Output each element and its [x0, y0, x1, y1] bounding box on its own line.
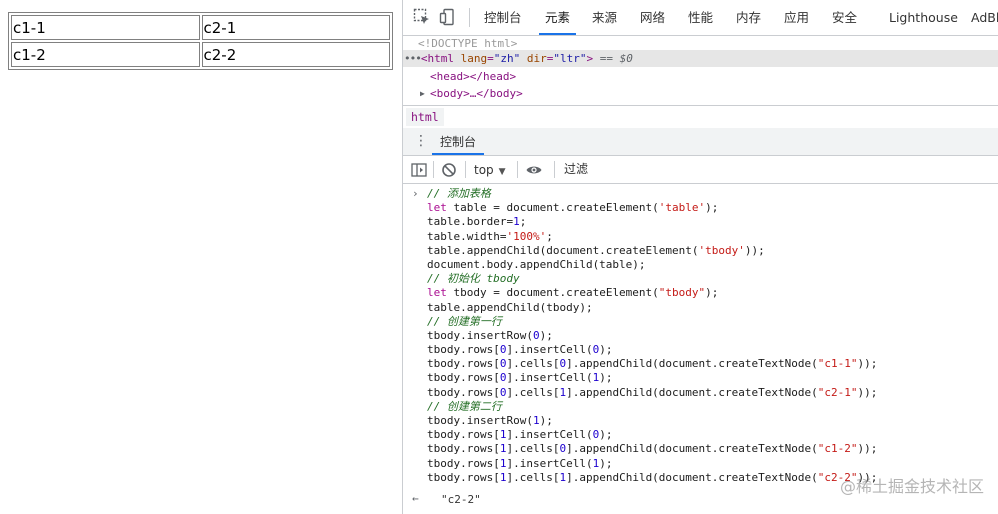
console-output: › // 添加表格 let table = document.createElem…	[403, 184, 998, 514]
console-result-value: "c2-2"	[441, 493, 481, 506]
breadcrumb-item-html[interactable]: html	[406, 108, 444, 126]
elements-tree: <!DOCTYPE html> •••<html lang="zh" dir="…	[403, 35, 998, 105]
console-code-line: let tbody = document.createElement("tbod…	[427, 286, 719, 300]
inspect-element-icon[interactable]	[412, 7, 432, 27]
toolbar-divider	[517, 161, 518, 178]
console-code-line: tbody.rows[0].cells[1].appendChild(docum…	[427, 385, 878, 399]
devtools-panel: 控制台 元素 来源 网络 性能 内存 应用 安全 Lighthouse AdBl…	[402, 0, 998, 514]
html-open-tag: <html	[420, 52, 454, 65]
toolbar-divider	[469, 8, 470, 27]
lang-value: "zh"	[493, 52, 521, 65]
console-code-line: // 初始化 tbody	[427, 272, 520, 286]
table-cell: c1-1	[11, 15, 200, 40]
breadcrumb: html	[403, 105, 998, 129]
expand-triangle-icon[interactable]: ▶	[420, 85, 425, 102]
console-code-line: tbody.rows[1].insertCell(0);	[427, 428, 613, 442]
console-code-line: // 添加表格	[427, 187, 491, 200]
console-toolbar: top ▼	[403, 156, 998, 184]
toolbar-divider	[554, 161, 555, 178]
tab-lighthouse[interactable]: Lighthouse	[889, 0, 958, 33]
table-row: c1-1 c2-1	[11, 15, 390, 40]
tab-adblock[interactable]: AdBlock	[971, 0, 998, 33]
devtools-tabbar: 控制台 元素 来源 网络 性能 内存 应用 安全 Lighthouse AdBl…	[403, 0, 998, 36]
console-code-line: // 创建第二行	[427, 399, 502, 413]
lang-attribute: lang	[460, 52, 488, 65]
console-code-line: tbody.insertRow(0);	[427, 328, 553, 342]
console-code-line: table.appendChild(tbody);	[427, 300, 593, 314]
head-tag: <head></head>	[430, 70, 517, 83]
drawer-menu-icon[interactable]: ⋮	[414, 134, 428, 150]
demo-table: c1-1 c2-1 c1-2 c2-2	[8, 12, 393, 70]
html-close-bracket: >	[586, 52, 594, 65]
console-code-line: tbody.rows[1].cells[1].appendChild(docum…	[427, 470, 878, 484]
selected-node-marker: == $0	[599, 52, 633, 65]
console-code-line: table.appendChild(document.createElement…	[427, 243, 765, 257]
table-row: c1-2 c2-2	[11, 42, 390, 67]
clear-console-icon[interactable]	[440, 161, 458, 179]
dom-node-html[interactable]: •••<html lang="zh" dir="ltr"> == $0	[403, 50, 998, 67]
context-value: top	[474, 163, 494, 177]
dom-node-body[interactable]: ▶ <body>…</body>	[403, 85, 998, 102]
drawer-tab-console[interactable]: 控制台	[431, 128, 485, 155]
console-result-row: ← "c2-2"	[403, 489, 998, 509]
result-arrow-icon: ←	[412, 492, 419, 505]
console-code-line: tbody.insertRow(1);	[427, 414, 553, 427]
console-input-code: // 添加表格 let table = document.createElemen…	[427, 187, 877, 485]
input-prompt-icon: ›	[412, 187, 419, 200]
tab-performance[interactable]: 性能	[688, 0, 713, 33]
chevron-down-icon: ▼	[498, 167, 506, 177]
toolbar-divider	[465, 161, 466, 178]
live-expression-eye-icon[interactable]	[525, 161, 543, 179]
device-toolbar-icon[interactable]	[438, 7, 458, 27]
tab-network[interactable]: 网络	[640, 0, 665, 33]
dir-attribute: dir	[526, 52, 547, 65]
show-sidebar-icon[interactable]	[410, 161, 428, 179]
console-code-line: tbody.rows[1].insertCell(1);	[427, 456, 613, 470]
console-code-line: tbody.rows[0].insertCell(1);	[427, 371, 613, 385]
table-cell: c2-1	[201, 15, 390, 40]
table-cell: c1-2	[11, 42, 200, 67]
console-code-line: document.body.appendChild(table);	[427, 257, 646, 271]
context-selector[interactable]: top ▼	[474, 161, 506, 179]
tab-console[interactable]: 控制台	[484, 0, 522, 33]
toolbar-divider	[433, 161, 434, 178]
doctype-text: <!DOCTYPE html>	[418, 37, 518, 50]
tab-application[interactable]: 应用	[784, 0, 809, 33]
more-options-icon[interactable]: •••	[403, 52, 422, 65]
console-code-line: let table = document.createElement('tabl…	[427, 201, 719, 215]
console-code-line: tbody.rows[0].insertCell(0);	[427, 343, 613, 357]
console-code-line: table.border=1;	[427, 215, 527, 229]
tab-security[interactable]: 安全	[832, 0, 857, 33]
console-code-line: table.width='100%';	[427, 229, 553, 243]
console-code-line: tbody.rows[0].cells[0].appendChild(docum…	[427, 357, 878, 371]
console-code-line: // 创建第一行	[427, 314, 502, 328]
dom-node-head[interactable]: <head></head>	[403, 68, 998, 85]
dir-value: "ltr"	[553, 52, 587, 65]
tab-memory[interactable]: 内存	[736, 0, 761, 33]
tab-elements[interactable]: 元素	[538, 0, 577, 35]
tab-sources[interactable]: 来源	[592, 0, 617, 33]
page-viewport: c1-1 c2-1 c1-2 c2-2	[0, 0, 402, 514]
console-code-line: tbody.rows[1].cells[0].appendChild(docum…	[427, 442, 878, 456]
drawer-tabbar: ⋮ 控制台	[403, 128, 998, 156]
table-cell: c2-2	[201, 42, 390, 67]
console-filter-input[interactable]	[561, 160, 997, 178]
